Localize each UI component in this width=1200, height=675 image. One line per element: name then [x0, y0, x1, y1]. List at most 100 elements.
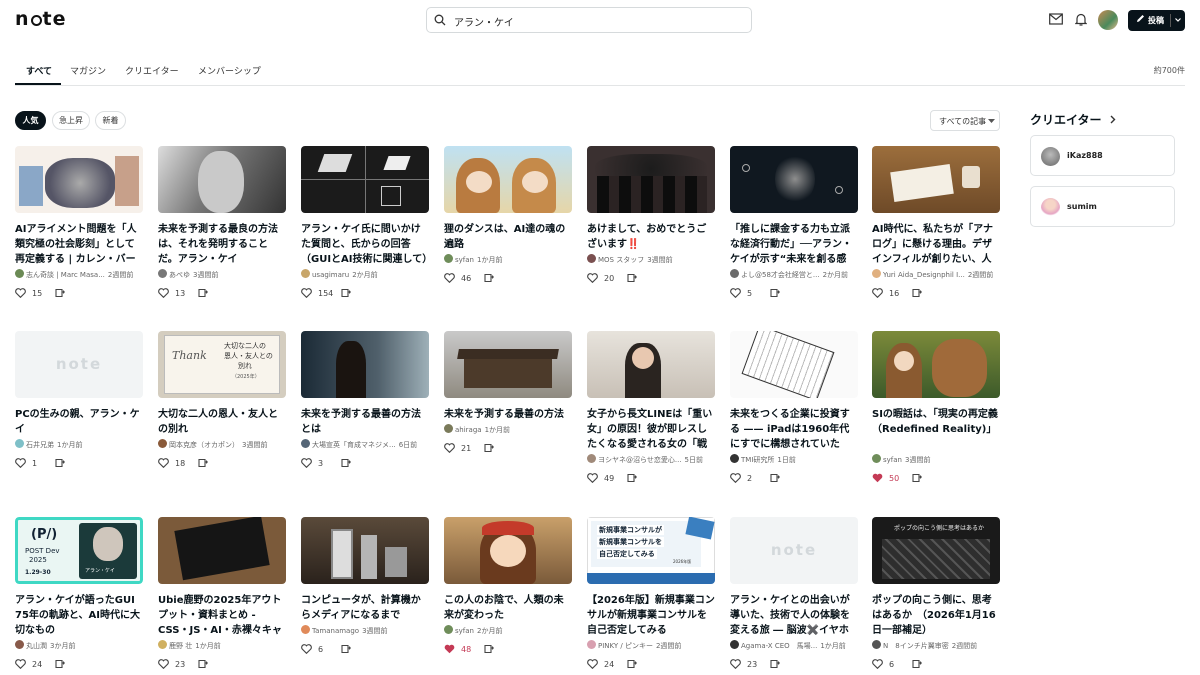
- add-to-magazine-icon[interactable]: [912, 659, 923, 672]
- heart-icon[interactable]: [444, 443, 455, 455]
- article-thumbnail[interactable]: [444, 517, 572, 584]
- heart-icon[interactable]: [587, 659, 598, 671]
- tab-magazine[interactable]: マガジン: [70, 64, 106, 77]
- sort-dropdown[interactable]: すべての記事: [930, 110, 1000, 131]
- user-avatar[interactable]: [1098, 10, 1118, 30]
- heart-icon[interactable]: [301, 458, 312, 470]
- article-thumbnail[interactable]: [730, 146, 858, 213]
- article-thumbnail[interactable]: Thank 大切な二人の 恩人・友人との 別れ （2025年）: [158, 331, 286, 398]
- article-thumbnail[interactable]: 新規事業コンサルが 新規事業コンサルを 自己否定してみる 2026年版: [587, 517, 715, 584]
- article-title[interactable]: 狸のダンスは、AI達の魂の遍路: [444, 222, 572, 252]
- heart-icon[interactable]: [15, 458, 26, 470]
- add-to-magazine-icon[interactable]: [198, 288, 209, 301]
- add-to-magazine-icon[interactable]: [341, 644, 352, 657]
- author-avatar[interactable]: [872, 640, 881, 649]
- article-thumbnail[interactable]: [15, 146, 143, 213]
- add-to-magazine-icon[interactable]: [55, 458, 66, 471]
- author-name[interactable]: よし@58才会社経営と...: [741, 271, 820, 279]
- heart-icon[interactable]: [872, 473, 883, 485]
- add-to-magazine-icon[interactable]: [484, 644, 495, 657]
- article-title[interactable]: 未来を予測する最良の方法は、それを発明することだ。アラン・ケイ: [158, 222, 286, 267]
- add-to-magazine-icon[interactable]: [484, 443, 495, 456]
- tab-creator[interactable]: クリエイター: [125, 64, 179, 77]
- article-thumbnail[interactable]: [301, 146, 429, 213]
- article-thumbnail[interactable]: [730, 331, 858, 398]
- author-name[interactable]: 大場宣英「育成マネジメ...: [312, 441, 396, 449]
- heart-icon[interactable]: [587, 273, 598, 285]
- article-thumbnail[interactable]: [301, 517, 429, 584]
- tab-membership[interactable]: メンバーシップ: [198, 64, 261, 77]
- author-avatar[interactable]: [730, 269, 739, 278]
- filter-popular[interactable]: 人気: [15, 111, 46, 130]
- author-avatar[interactable]: [15, 439, 24, 448]
- add-to-magazine-icon[interactable]: [484, 273, 495, 286]
- add-to-magazine-icon[interactable]: [341, 288, 352, 301]
- author-avatar[interactable]: [158, 439, 167, 448]
- author-name[interactable]: syfan: [883, 456, 902, 464]
- article-thumbnail[interactable]: [158, 146, 286, 213]
- chevron-right-icon[interactable]: [1110, 115, 1116, 124]
- article-title[interactable]: 未来を予測する最善の方法とは: [301, 407, 429, 437]
- article-title[interactable]: この人のお陰で、人類の未来が変わった: [444, 593, 572, 623]
- heart-icon[interactable]: [15, 288, 26, 300]
- article-title[interactable]: アラン・ケイとの出会いが導いた、技術で人の体験を変える旅 ― 脳波✖️イヤホン.…: [730, 593, 858, 638]
- article-thumbnail[interactable]: [444, 146, 572, 213]
- article-title[interactable]: 大切な二人の恩人・友人との別れ: [158, 407, 286, 437]
- article-title[interactable]: 未来をつくる企業に投資する —— iPadは1960年代にすでに構想されていた: [730, 407, 858, 452]
- creator-card[interactable]: sumim: [1030, 186, 1175, 227]
- author-avatar[interactable]: [15, 269, 24, 278]
- author-name[interactable]: TMI研究所: [741, 456, 774, 464]
- author-name[interactable]: usagimaru: [312, 271, 349, 279]
- author-avatar[interactable]: [158, 640, 167, 649]
- article-thumbnail[interactable]: ポップの向こう側に思考はあるか: [872, 517, 1000, 584]
- author-avatar[interactable]: [587, 454, 596, 463]
- author-avatar[interactable]: [730, 454, 739, 463]
- author-name[interactable]: あぺゆ: [169, 271, 190, 279]
- add-to-magazine-icon[interactable]: [55, 659, 66, 672]
- author-name[interactable]: 志ん奇談 | Marc Masa...: [26, 271, 105, 279]
- heart-icon[interactable]: [872, 288, 883, 300]
- article-title[interactable]: 未来を予測する最善の方法: [444, 407, 572, 422]
- author-name[interactable]: syfan: [455, 627, 474, 635]
- author-name[interactable]: ヨシヤネ@沼らせ恋愛心...: [598, 456, 682, 464]
- add-to-magazine-icon[interactable]: [770, 288, 781, 301]
- heart-icon[interactable]: [15, 659, 26, 671]
- author-name[interactable]: Agama-X CEO 馬場...: [741, 642, 817, 650]
- add-to-magazine-icon[interactable]: [912, 473, 923, 486]
- article-thumbnail[interactable]: [301, 331, 429, 398]
- heart-icon[interactable]: [301, 288, 312, 300]
- article-title[interactable]: 女子から長文LINEは「重い女」の原因！彼が即レスしたくなる愛される女の「戦略.…: [587, 407, 715, 452]
- author-avatar[interactable]: [587, 254, 596, 263]
- article-thumbnail[interactable]: note: [730, 517, 858, 584]
- author-avatar[interactable]: [444, 625, 453, 634]
- heart-icon[interactable]: [158, 288, 169, 300]
- add-to-magazine-icon[interactable]: [770, 473, 781, 486]
- author-name[interactable]: ahiraga: [455, 426, 482, 434]
- article-title[interactable]: PCの生みの親、アラン・ケイ: [15, 407, 143, 437]
- note-logo[interactable]: n te: [15, 9, 67, 29]
- author-name[interactable]: MOS スタッフ: [598, 256, 644, 264]
- author-name[interactable]: PINKY / ピンキー: [598, 642, 653, 650]
- author-avatar[interactable]: [301, 439, 310, 448]
- article-title[interactable]: コンピュータが、計算機からメディアになるまで: [301, 593, 429, 623]
- author-name[interactable]: N 8インチ片翼审密: [883, 642, 949, 650]
- filter-trending[interactable]: 急上昇: [52, 111, 90, 130]
- author-name[interactable]: 丸山潤: [26, 642, 47, 650]
- search-input[interactable]: アラン・ケイ: [426, 7, 752, 33]
- chevron-down-icon[interactable]: [1174, 14, 1182, 26]
- author-avatar[interactable]: [15, 640, 24, 649]
- article-thumbnail[interactable]: (P/) POST Dev 2025 1.29-30 アラン・ケイ: [15, 517, 143, 584]
- author-avatar[interactable]: [158, 269, 167, 278]
- article-title[interactable]: AI時代に、私たちが「アナログ」に懸ける理由。デザインフィルが創りたい、人生の.…: [872, 222, 1000, 267]
- tab-all[interactable]: すべて: [26, 64, 52, 77]
- article-thumbnail[interactable]: [158, 517, 286, 584]
- add-to-magazine-icon[interactable]: [198, 659, 209, 672]
- article-title[interactable]: SIの暇話は、「現実の再定義（Redefined Reality)」: [872, 407, 1000, 437]
- heart-icon[interactable]: [587, 473, 598, 485]
- add-to-magazine-icon[interactable]: [627, 659, 638, 672]
- author-name[interactable]: 鹿野 壮: [169, 642, 192, 650]
- author-avatar[interactable]: [301, 269, 310, 278]
- add-to-magazine-icon[interactable]: [198, 458, 209, 471]
- article-thumbnail[interactable]: [872, 331, 1000, 398]
- author-avatar[interactable]: [730, 640, 739, 649]
